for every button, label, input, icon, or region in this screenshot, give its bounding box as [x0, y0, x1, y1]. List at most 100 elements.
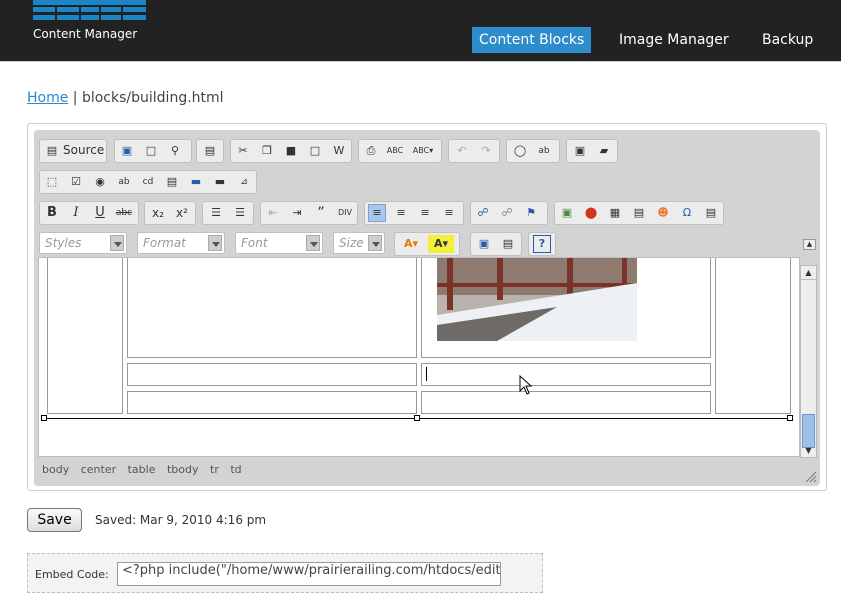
align-center-icon[interactable]: ≡ [392, 204, 410, 222]
save-icon[interactable]: ▣ [118, 142, 136, 160]
path-item[interactable]: table [128, 463, 156, 476]
select-all-icon[interactable]: ▣ [571, 142, 589, 160]
paste-word-icon[interactable]: W [330, 142, 348, 160]
resize-handle[interactable] [787, 415, 793, 421]
table-cell[interactable] [421, 391, 711, 414]
logo-icon [33, 0, 146, 24]
page-break-icon[interactable]: ▤ [702, 204, 720, 222]
select-field-icon[interactable]: ▤ [163, 173, 181, 191]
align-right-icon[interactable]: ≡ [416, 204, 434, 222]
building-photo[interactable] [437, 257, 637, 341]
spellcheck-as-you-type-icon[interactable]: ABC▾ [410, 142, 436, 160]
hidden-field-icon[interactable]: ⊿ [235, 173, 253, 191]
italic-icon[interactable]: I [67, 204, 85, 222]
nav-image-manager[interactable]: Image Manager [612, 27, 736, 53]
scroll-up-icon[interactable]: ▲ [801, 266, 816, 280]
smiley-icon[interactable]: ☻ [654, 204, 672, 222]
numbered-list-icon[interactable]: ☰ [207, 204, 225, 222]
paste-icon[interactable]: ■ [282, 142, 300, 160]
embed-code-field[interactable]: <?php include("/home/www/prairierailing.… [117, 562, 501, 586]
indent-icon[interactable]: ⇥ [288, 204, 306, 222]
breadcrumb-home-link[interactable]: Home [27, 90, 68, 106]
spellcheck-icon[interactable]: ABC [386, 142, 404, 160]
script-group: x₂ x² [144, 201, 196, 225]
source-icon: ▤ [46, 144, 58, 157]
show-blocks-icon[interactable]: ▤ [499, 235, 517, 253]
subscript-icon[interactable]: x₂ [149, 204, 167, 222]
table-cell-active[interactable] [421, 363, 711, 386]
table-cell[interactable] [127, 258, 417, 358]
nav-backup[interactable]: Backup [755, 27, 820, 53]
size-select[interactable]: Size [333, 232, 385, 254]
templates-icon[interactable]: ▤ [201, 142, 219, 160]
path-item[interactable]: tbody [167, 463, 199, 476]
redo-icon[interactable]: ↷ [477, 142, 495, 160]
unlink-icon[interactable]: ☍ [498, 204, 516, 222]
collapse-toolbar-icon[interactable]: ▲ [803, 239, 816, 250]
resize-handle[interactable] [414, 415, 420, 421]
editing-area[interactable] [38, 257, 800, 457]
horizontal-rule-icon[interactable]: ▤ [630, 204, 648, 222]
table-cell[interactable] [421, 257, 711, 358]
resize-grip-icon[interactable] [805, 471, 817, 483]
paste-text-icon[interactable]: □ [306, 142, 324, 160]
superscript-icon[interactable]: x² [173, 204, 191, 222]
table-cell[interactable] [47, 258, 123, 414]
source-button[interactable]: ▤ Source [39, 139, 107, 163]
preview-icon[interactable]: ⚲ [166, 142, 184, 160]
image-icon[interactable]: ▣ [558, 204, 576, 222]
bulleted-list-icon[interactable]: ☰ [231, 204, 249, 222]
replace-icon[interactable]: ab [535, 142, 553, 160]
scroll-down-icon[interactable]: ▼ [801, 443, 816, 457]
justify-icon[interactable]: ≡ [440, 204, 458, 222]
print-icon[interactable]: ⎙ [362, 142, 380, 160]
flash-icon[interactable]: ⬤ [582, 204, 600, 222]
breadcrumb: Home | blocks/building.html [27, 90, 224, 106]
styles-select[interactable]: Styles [39, 232, 127, 254]
new-page-icon[interactable]: □ [142, 142, 160, 160]
font-select[interactable]: Font [235, 232, 323, 254]
text-field-icon[interactable]: ab [115, 173, 133, 191]
cut-icon[interactable]: ✂ [234, 142, 252, 160]
resize-handle[interactable] [41, 415, 47, 421]
maximize-icon[interactable]: ▣ [475, 235, 493, 253]
background-color-icon[interactable]: A▾ [428, 235, 454, 253]
table-cell[interactable] [127, 391, 417, 414]
format-select[interactable]: Format [137, 232, 225, 254]
path-item[interactable]: td [230, 463, 241, 476]
bold-icon[interactable]: B [43, 204, 61, 222]
path-item[interactable]: body [42, 463, 69, 476]
align-left-icon[interactable]: ≡ [368, 204, 386, 222]
save-button[interactable]: Save [27, 508, 82, 532]
mouse-pointer-icon [519, 375, 533, 395]
underline-icon[interactable]: U [91, 204, 109, 222]
anchor-icon[interactable]: ⚑ [522, 204, 540, 222]
checkbox-icon[interactable]: ☑ [67, 173, 85, 191]
embed-code-box: Embed Code: <?php include("/home/www/pra… [27, 553, 543, 593]
find-icon[interactable]: ◯ [511, 142, 529, 160]
table-cell[interactable] [127, 363, 417, 386]
blockquote-icon[interactable]: ” [312, 204, 330, 222]
form-icon[interactable]: ⬚ [43, 173, 61, 191]
radio-icon[interactable]: ◉ [91, 173, 109, 191]
div-container-icon[interactable]: DIV [336, 204, 354, 222]
text-color-icon[interactable]: A▾ [398, 235, 424, 253]
link-icon[interactable]: ☍ [474, 204, 492, 222]
table-icon[interactable]: ▦ [606, 204, 624, 222]
outdent-icon[interactable]: ⇤ [264, 204, 282, 222]
remove-format-icon[interactable]: ▰ [595, 142, 613, 160]
button-icon[interactable]: ▬ [187, 173, 205, 191]
vertical-scrollbar[interactable]: ▲ ▼ [800, 265, 817, 458]
strike-icon[interactable]: abc [115, 204, 133, 222]
path-item[interactable]: center [81, 463, 116, 476]
table-cell[interactable] [715, 258, 791, 414]
path-item[interactable]: tr [210, 463, 219, 476]
copy-icon[interactable]: ❐ [258, 142, 276, 160]
undo-icon[interactable]: ↶ [453, 142, 471, 160]
undo-group: ↶ ↷ [448, 139, 500, 163]
special-char-icon[interactable]: Ω [678, 204, 696, 222]
image-button-icon[interactable]: ▬ [211, 173, 229, 191]
nav-content-blocks[interactable]: Content Blocks [472, 27, 592, 53]
textarea-icon[interactable]: cd [139, 173, 157, 191]
help-icon[interactable]: ? [533, 235, 551, 253]
